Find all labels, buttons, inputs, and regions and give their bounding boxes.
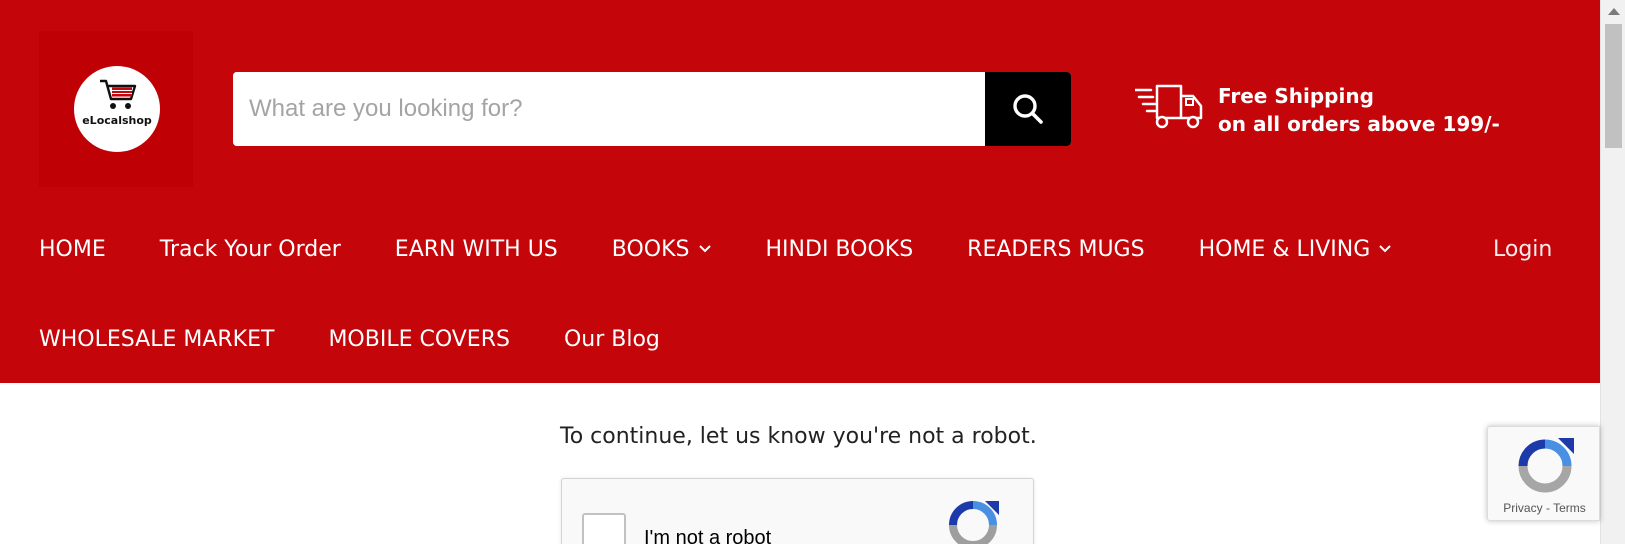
nav-item-earn-with-us[interactable]: EARN WITH US [395,237,558,262]
shopping-cart-icon [100,79,137,109]
nav-item-label: HOME [39,236,106,262]
recaptcha-logo-icon [949,501,999,544]
search-bar [233,72,1071,146]
main-nav-row-2: WHOLESALE MARKET MOBILE COVERS Our Blog [39,319,714,359]
recaptcha-badge-links: Privacy - Terms [1488,501,1601,515]
nav-item-readers-mugs[interactable]: READERS MUGS [967,237,1144,262]
recaptcha-badge: Privacy - Terms [1487,426,1600,521]
chevron-down-icon [698,245,711,253]
search-button[interactable] [985,72,1071,146]
shipping-title: Free Shipping [1218,84,1374,108]
main-nav-row-1: HOME Track Your Order EARN WITH US BOOKS… [39,229,1446,269]
page: eLocalshop What are you looking for? Fre… [0,0,1625,544]
robot-check-notice: To continue, let us know you're not a ro… [560,424,1037,449]
logo-badge: eLocalshop [74,66,160,152]
recaptcha-label: I'm not a robot [644,527,772,544]
free-shipping-banner: Free Shipping on all orders above 199/- [1135,84,1500,136]
logo-text: eLocalshop [82,114,152,127]
delivery-truck-icon [1135,84,1203,129]
nav-item-label: WHOLESALE MARKET [39,326,275,352]
shipping-subtitle: on all orders above 199/- [1218,112,1500,136]
privacy-link[interactable]: Privacy [1503,501,1542,515]
nav-item-label: BOOKS [611,236,690,262]
recaptcha-checkbox[interactable] [582,513,626,544]
nav-item-label: MOBILE COVERS [328,326,510,352]
scrollbar-thumb[interactable] [1605,24,1622,148]
nav-item-label: Track Your Order [159,236,341,262]
nav-item-label: READERS MUGS [967,236,1145,262]
nav-item-label: Our Blog [563,326,660,352]
terms-link[interactable]: Terms [1553,501,1586,515]
link-separator: - [1542,501,1554,515]
login-link[interactable]: Login [1493,229,1552,269]
site-header: eLocalshop What are you looking for? Fre… [0,0,1600,383]
nav-item-our-blog[interactable]: Our Blog [564,327,660,352]
store-logo[interactable]: eLocalshop [39,31,193,187]
nav-item-hindi-books[interactable]: HINDI BOOKS [766,237,914,262]
nav-item-books[interactable]: BOOKS [612,237,712,262]
nav-item-mobile-covers[interactable]: MOBILE COVERS [328,327,510,352]
recaptcha-logo-icon [1518,438,1574,493]
nav-item-wholesale-market[interactable]: WHOLESALE MARKET [39,327,274,352]
nav-item-label: HOME & LIVING [1198,236,1371,262]
page-scrollbar[interactable] [1600,0,1625,544]
scroll-up-arrow-icon[interactable] [1608,8,1620,15]
search-input[interactable] [233,72,985,146]
nav-item-home[interactable]: HOME [39,237,106,262]
recaptcha-widget: I'm not a robot [561,478,1034,544]
nav-item-home-living[interactable]: HOME & LIVING [1199,237,1393,262]
nav-item-label: EARN WITH US [394,236,558,262]
nav-item-label: HINDI BOOKS [765,236,914,262]
chevron-down-icon [1379,245,1391,253]
search-icon [1013,94,1043,124]
nav-item-track-order[interactable]: Track Your Order [160,237,341,262]
